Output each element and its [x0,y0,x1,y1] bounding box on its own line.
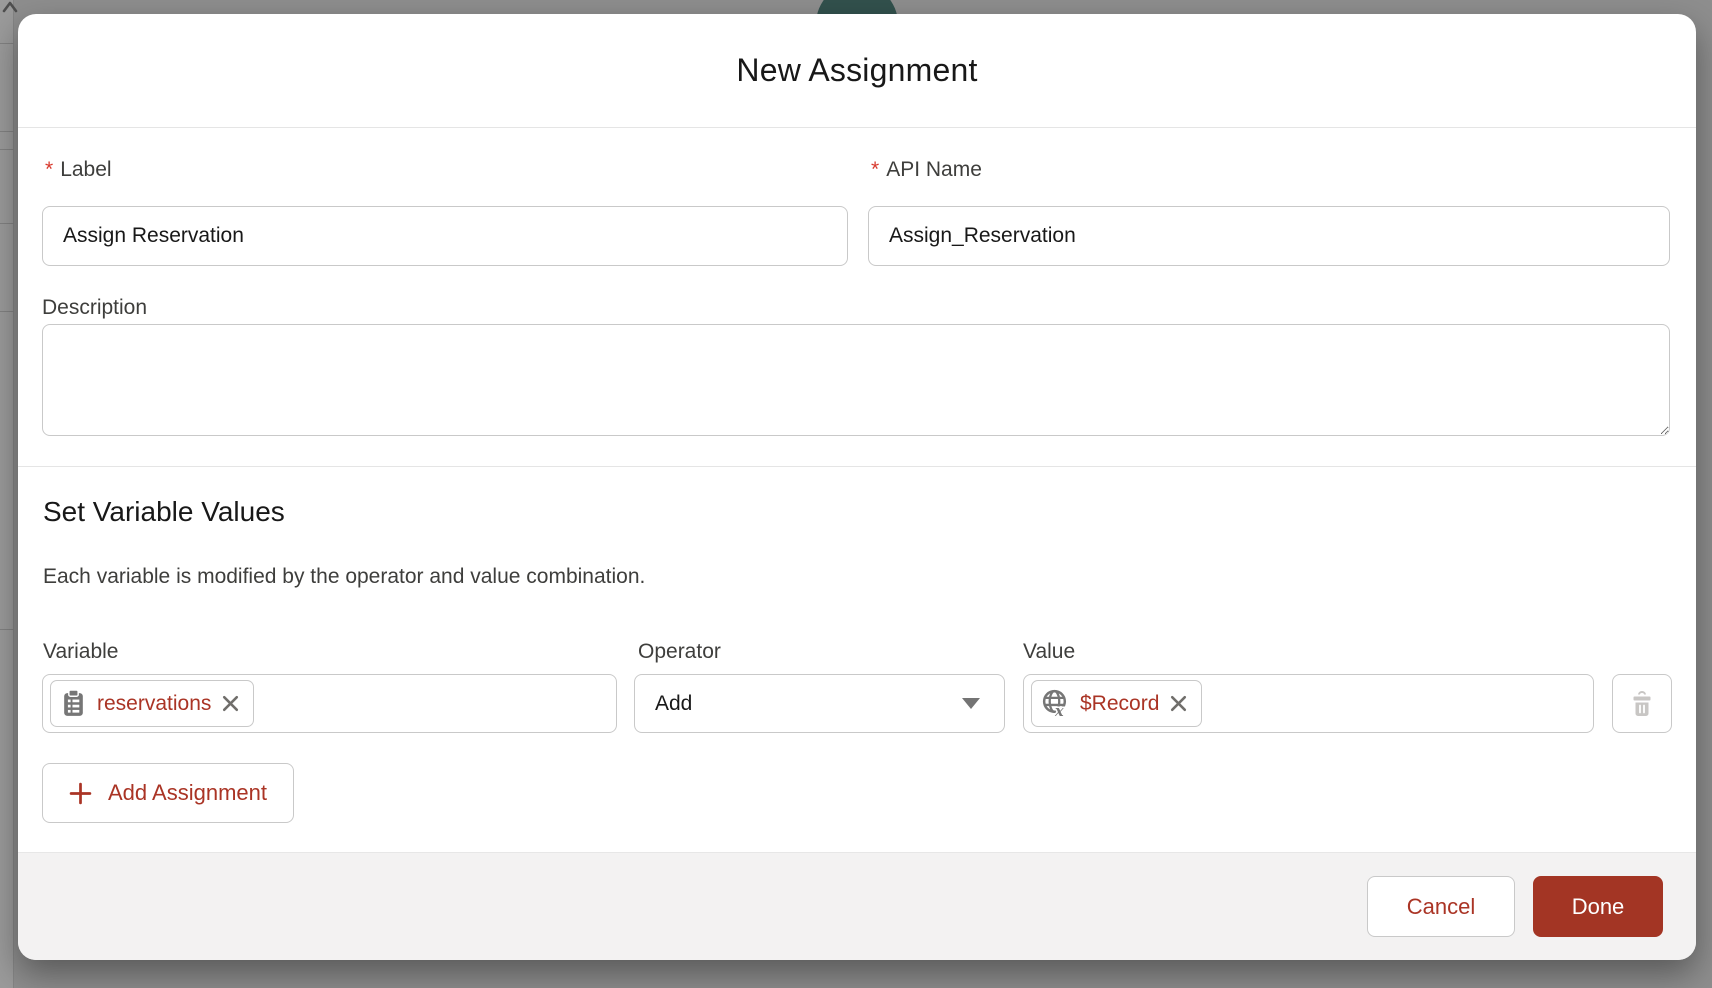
section-description: Each variable is modified by the operato… [43,565,645,589]
required-asterisk: * [871,158,879,181]
value-combobox[interactable]: x $Record [1023,674,1594,733]
add-assignment-label: Add Assignment [108,780,267,806]
operator-column-label: Operator [638,640,721,664]
variable-pill-label: reservations [97,692,211,716]
global-variable-icon: x [1040,688,1071,719]
toolbar-separator [0,629,14,630]
section-heading: Set Variable Values [43,496,285,528]
svg-text:x: x [1054,703,1064,719]
toolbar-separator [0,131,14,132]
background-toolbar-strip [0,0,14,988]
value-pill[interactable]: x $Record [1031,680,1202,727]
label-field-label: *Label [45,158,112,182]
toolbar-separator [0,311,14,312]
plus-icon [69,782,92,805]
chevron-up-icon [2,0,18,18]
modal-footer: Cancel Done [18,852,1696,960]
cancel-button[interactable]: Cancel [1367,876,1515,937]
api-name-input[interactable] [868,206,1670,266]
remove-variable-icon[interactable] [220,693,241,714]
api-name-field-label: *API Name [871,158,982,182]
variable-combobox[interactable]: reservations [42,674,617,733]
section-divider [18,466,1696,467]
description-field-label: Description [42,296,147,320]
toolbar-separator [0,43,14,44]
operator-select[interactable]: Add [634,674,1005,733]
value-column-label: Value [1023,640,1075,664]
new-assignment-modal: New Assignment *Label *API Name Descript… [18,14,1696,960]
modal-title: New Assignment [736,52,977,89]
required-asterisk: * [45,158,53,181]
operator-selected-value: Add [655,692,962,716]
toolbar-separator [0,223,14,224]
record-collection-icon [59,689,88,718]
label-input[interactable] [42,206,848,266]
add-assignment-button[interactable]: Add Assignment [42,763,294,823]
trash-icon [1629,690,1655,718]
delete-assignment-button[interactable] [1612,674,1672,733]
variable-column-label: Variable [43,640,119,664]
done-button[interactable]: Done [1533,876,1663,937]
description-textarea[interactable] [42,324,1670,436]
modal-header: New Assignment [18,14,1696,128]
remove-value-icon[interactable] [1168,693,1189,714]
variable-pill[interactable]: reservations [50,680,254,727]
value-pill-label: $Record [1080,692,1159,716]
toolbar-separator [0,149,14,150]
chevron-down-icon [962,698,980,709]
